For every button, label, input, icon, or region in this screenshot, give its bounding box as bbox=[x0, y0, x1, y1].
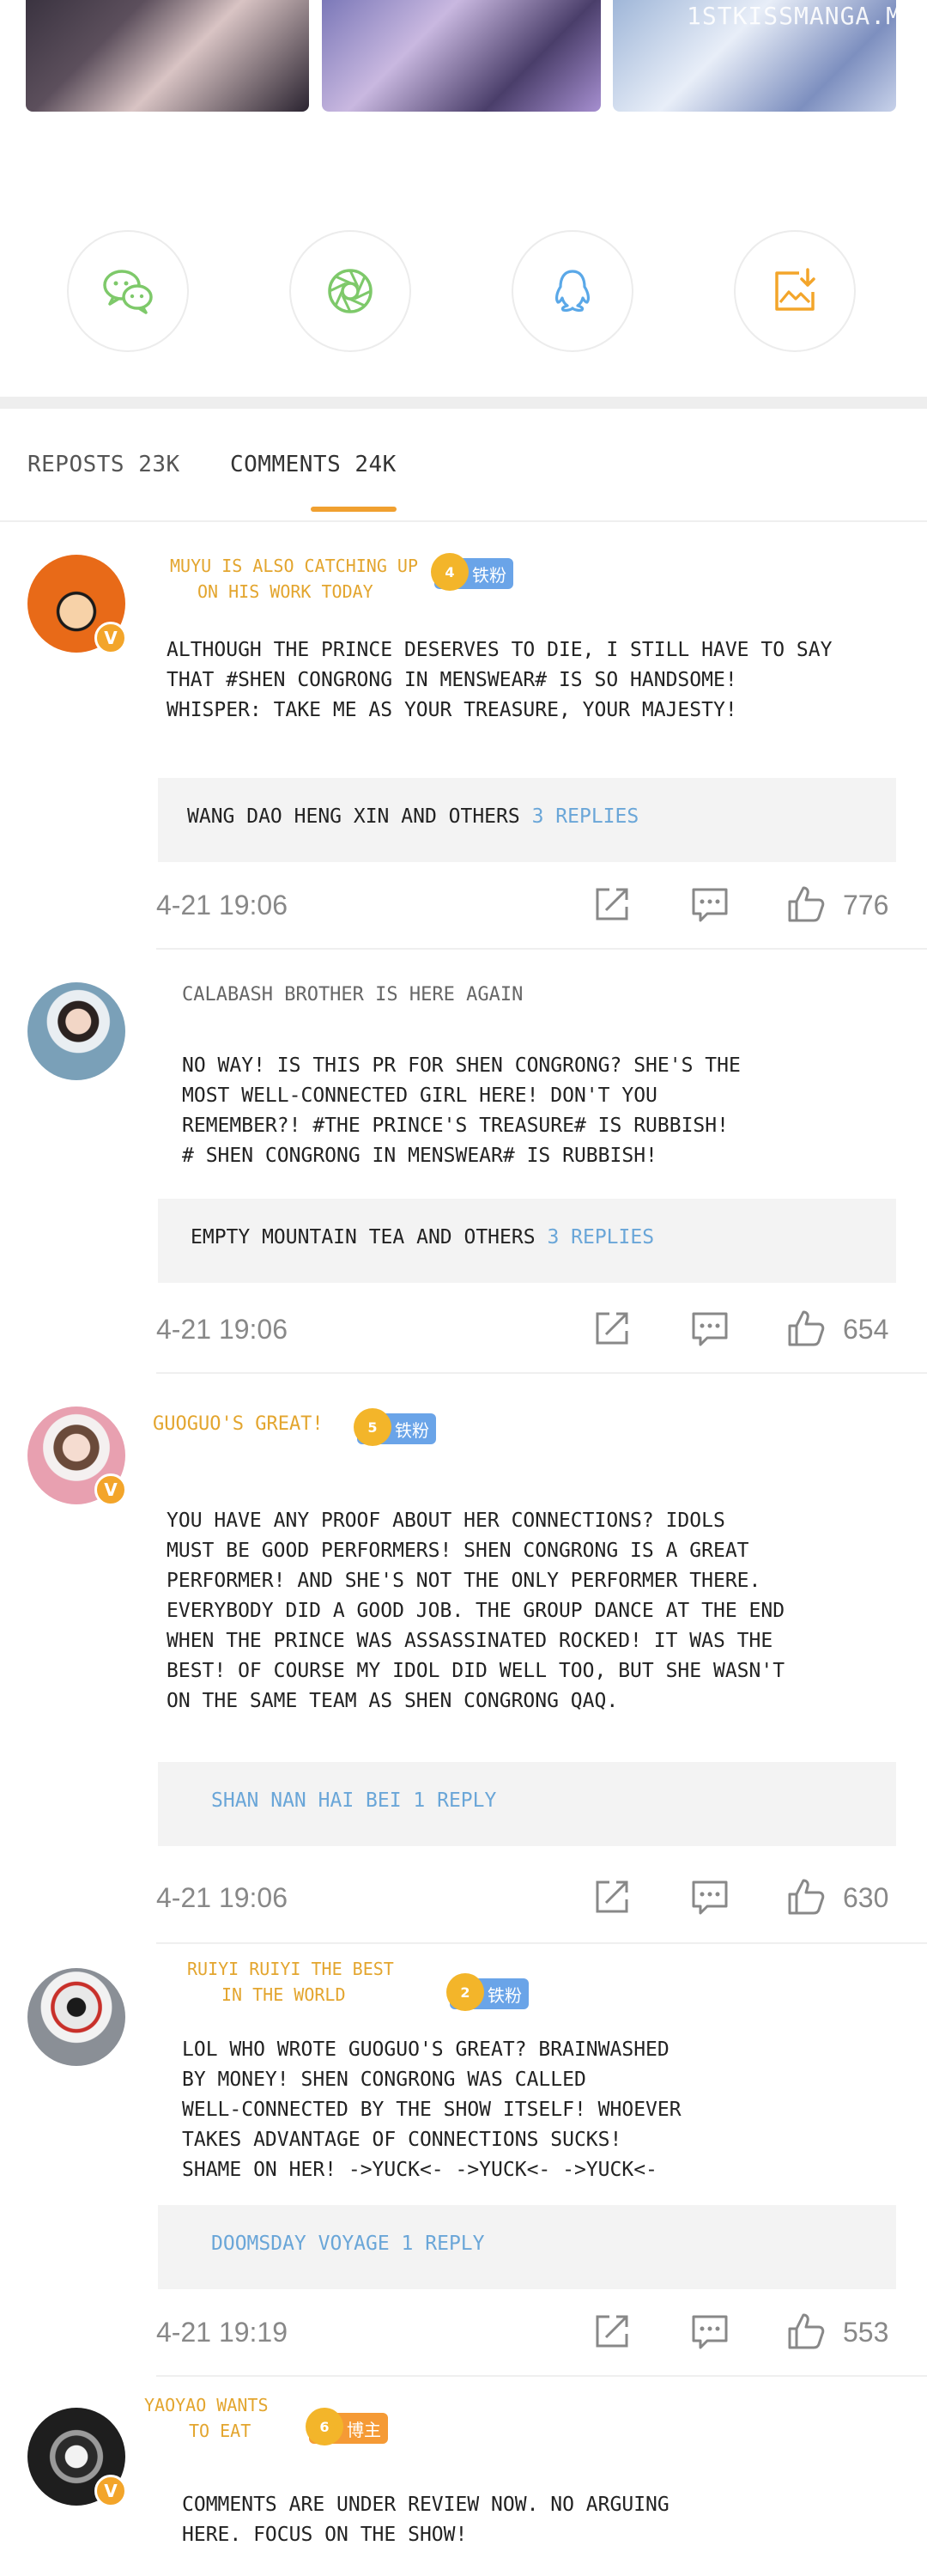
save-image-button[interactable] bbox=[734, 230, 856, 352]
like-button[interactable] bbox=[785, 2310, 827, 2353]
comment-item: V GUOGUO'S GREAT! 5 铁粉 YOU HAVE ANY PROO… bbox=[0, 1374, 927, 1958]
comment-button[interactable] bbox=[688, 883, 731, 926]
comment-item: RUIYI RUIYI THE BEST IN THE WORLD 2 铁粉 L… bbox=[0, 1942, 927, 2379]
comment-meta: 4-21 19:06 654 bbox=[0, 1307, 927, 1358]
fan-level-badge: 5 铁粉 bbox=[354, 1408, 436, 1446]
like-button[interactable] bbox=[785, 883, 827, 926]
replies-preview[interactable]: SHAN NAN HAI BEI 1 REPLY bbox=[158, 1762, 896, 1846]
comment-icon bbox=[692, 2315, 728, 2349]
thumbs-up-icon bbox=[788, 886, 825, 922]
avatar[interactable]: V bbox=[27, 1406, 127, 1506]
comment-button[interactable] bbox=[688, 2310, 731, 2353]
repost-button[interactable] bbox=[591, 1307, 633, 1350]
thumbs-up-icon bbox=[788, 1879, 825, 1915]
blogger-badge: 6 博主 bbox=[306, 2408, 388, 2445]
repost-icon bbox=[596, 888, 628, 920]
comment-tabs: REPOSTS 23K COMMENTS 24K bbox=[0, 409, 927, 520]
like-count: 553 bbox=[843, 2317, 889, 2348]
username[interactable]: YAOYAO WANTS TO EAT bbox=[144, 2392, 269, 2444]
thumbs-up-icon bbox=[788, 1310, 825, 1346]
share-row bbox=[0, 230, 927, 355]
like-count: 630 bbox=[843, 1882, 889, 1913]
comment-text: NO WAY! IS THIS PR FOR SHEN CONGRONG? SH… bbox=[182, 1054, 741, 1167]
crown-icon: 6 bbox=[306, 2408, 343, 2445]
comment-button[interactable] bbox=[688, 1307, 731, 1350]
repost-button[interactable] bbox=[591, 2310, 633, 2353]
tab-reposts[interactable]: REPOSTS 23K bbox=[27, 452, 180, 477]
comment-item: V MUYU IS ALSO CATCHING UP ON HIS WORK T… bbox=[0, 522, 927, 951]
image-thumbnail[interactable] bbox=[26, 0, 309, 112]
comment-meta: 4-21 19:06 776 bbox=[0, 883, 927, 934]
repost-icon bbox=[596, 1880, 628, 1913]
moments-share-button[interactable] bbox=[289, 230, 411, 352]
comment-item: CALABASH BROTHER IS HERE AGAIN NO WAY! I… bbox=[0, 950, 927, 1374]
comment-icon bbox=[692, 888, 728, 922]
verified-badge-icon: V bbox=[94, 2475, 127, 2507]
avatar[interactable] bbox=[27, 982, 125, 1080]
replies-preview[interactable]: EMPTY MOUNTAIN TEA AND OTHERS 3 REPLIES bbox=[158, 1199, 896, 1283]
comment-text: LOL WHO WROTE GUOGUO'S GREAT? BRAINWASHE… bbox=[182, 2038, 682, 2181]
avatar[interactable] bbox=[27, 1968, 125, 2066]
thumbs-up-icon bbox=[788, 2313, 825, 2349]
comment-icon bbox=[692, 1312, 728, 1346]
repost-icon bbox=[596, 1312, 628, 1345]
fan-level-badge: 4 铁粉 bbox=[431, 553, 513, 591]
username[interactable]: RUIYI RUIYI THE BEST IN THE WORLD bbox=[187, 1956, 394, 2008]
image-thumbnail[interactable] bbox=[322, 0, 601, 112]
save-image-icon bbox=[775, 268, 815, 311]
like-button[interactable] bbox=[785, 1307, 827, 1350]
watermark: 1STKISSMANGA.ME bbox=[687, 2, 917, 30]
qq-share-button[interactable] bbox=[512, 230, 633, 352]
tab-comments[interactable]: COMMENTS 24K bbox=[230, 452, 397, 477]
repost-button[interactable] bbox=[591, 1875, 633, 1918]
username[interactable]: CALABASH BROTHER IS HERE AGAIN bbox=[182, 982, 523, 1008]
avatar[interactable]: V bbox=[27, 2408, 127, 2507]
repost-button[interactable] bbox=[591, 883, 633, 926]
username[interactable]: GUOGUO'S GREAT! bbox=[153, 1412, 324, 1437]
timestamp: 4-21 19:06 bbox=[156, 1314, 288, 1345]
wechat-share-button[interactable] bbox=[67, 230, 189, 352]
comment-button[interactable] bbox=[688, 1875, 731, 1918]
fan-level-badge: 2 铁粉 bbox=[446, 1973, 529, 2011]
replies-link[interactable]: SHAN NAN HAI BEI 1 REPLY bbox=[211, 1789, 496, 1812]
comment-meta: 4-21 19:19 553 bbox=[0, 2310, 927, 2361]
timestamp: 4-21 19:06 bbox=[156, 890, 288, 920]
camera-aperture-icon bbox=[328, 269, 373, 313]
image-thumbnail-row: 1STKISSMANGA.ME bbox=[0, 0, 927, 113]
username[interactable]: MUYU IS ALSO CATCHING UP ON HIS WORK TOD… bbox=[170, 553, 418, 605]
repost-icon bbox=[596, 2315, 628, 2348]
qq-penguin-icon bbox=[554, 270, 591, 312]
replies-link[interactable]: 3 REPLIES bbox=[532, 805, 639, 828]
timestamp: 4-21 19:06 bbox=[156, 1882, 288, 1913]
replies-link[interactable]: 3 REPLIES bbox=[547, 1226, 654, 1249]
crown-icon: 5 bbox=[354, 1408, 391, 1446]
replies-link[interactable]: DOOMSDAY VOYAGE 1 REPLY bbox=[211, 2233, 485, 2255]
active-tab-indicator bbox=[311, 507, 397, 512]
replies-preview[interactable]: WANG DAO HENG XIN AND OTHERS 3 REPLIES bbox=[158, 778, 896, 862]
comment-text: YOU HAVE ANY PROOF ABOUT HER CONNECTIONS… bbox=[167, 1510, 785, 1712]
verified-badge-icon: V bbox=[94, 1473, 127, 1506]
section-divider bbox=[0, 397, 927, 409]
comment-text: ALTHOUGH THE PRINCE DESERVES TO DIE, I S… bbox=[167, 639, 833, 721]
timestamp: 4-21 19:19 bbox=[156, 2317, 288, 2348]
wechat-icon bbox=[103, 270, 153, 314]
like-count: 654 bbox=[843, 1314, 889, 1345]
crown-icon: 4 bbox=[431, 553, 469, 591]
comment-item: V YAOYAO WANTS TO EAT 6 博主 COMMENTS ARE … bbox=[0, 2377, 927, 2576]
like-count: 776 bbox=[843, 890, 889, 920]
avatar[interactable]: V bbox=[27, 555, 127, 654]
comment-icon bbox=[692, 1880, 728, 1915]
comment-text: COMMENTS ARE UNDER REVIEW NOW. NO ARGUIN… bbox=[182, 2494, 670, 2546]
crown-icon: 2 bbox=[446, 1973, 484, 2011]
verified-badge-icon: V bbox=[94, 622, 127, 654]
replies-preview[interactable]: DOOMSDAY VOYAGE 1 REPLY bbox=[158, 2205, 896, 2289]
comment-meta: 4-21 19:06 630 bbox=[0, 1875, 927, 1927]
like-button[interactable] bbox=[785, 1875, 827, 1918]
